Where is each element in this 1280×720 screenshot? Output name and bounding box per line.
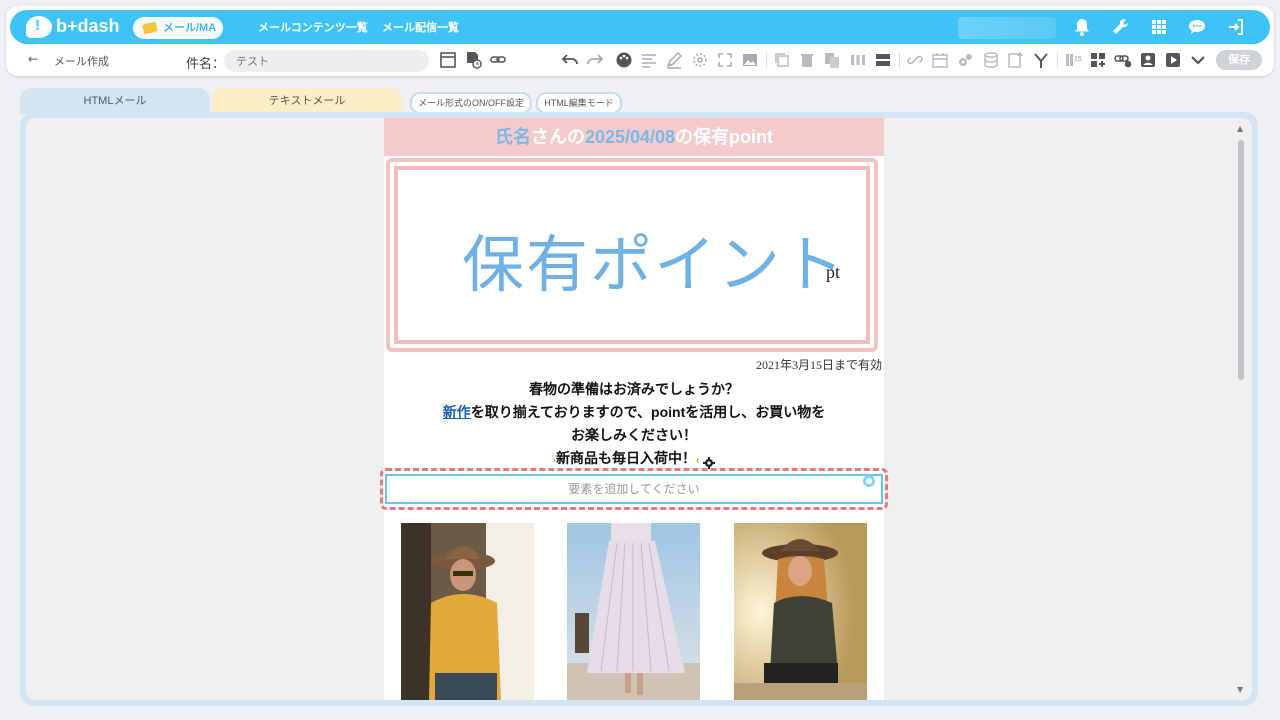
points-title: 保有ポイント bbox=[462, 228, 847, 301]
grid-apps-icon[interactable] bbox=[1149, 17, 1169, 37]
message-line-2-text: を取り揃えておりますので、pointを活用し、お買い物を bbox=[470, 404, 826, 420]
header-suffix: の保有point bbox=[675, 127, 774, 147]
loading-spinner-icon bbox=[863, 475, 875, 487]
scroll-down-icon[interactable]: ▼ bbox=[1237, 685, 1243, 694]
points-unit: pt bbox=[826, 262, 841, 282]
fullscreen-icon[interactable] bbox=[716, 51, 734, 69]
target-icon[interactable] bbox=[691, 51, 709, 69]
add-element-dropzone[interactable]: 要素を追加してください bbox=[380, 468, 888, 510]
undo-icon[interactable] bbox=[561, 51, 579, 69]
database-icon[interactable] bbox=[982, 51, 1000, 69]
play-icon[interactable] bbox=[1164, 51, 1182, 69]
toolbar-divider bbox=[899, 52, 900, 68]
user-info-area[interactable] bbox=[958, 17, 1056, 39]
subject-input[interactable] bbox=[224, 50, 429, 72]
pen-icon[interactable] bbox=[665, 51, 683, 69]
text-align-icon[interactable] bbox=[640, 51, 658, 69]
save-button[interactable]: 保存 bbox=[1216, 50, 1262, 70]
gear-icon[interactable] bbox=[703, 453, 716, 470]
schedule-file-icon[interactable] bbox=[464, 51, 482, 69]
message-block[interactable]: 春物の準備はお済みでしょうか？ 新作を取り揃えておりますので、pointを活用し… bbox=[384, 378, 884, 472]
calendar-icon[interactable] bbox=[931, 51, 949, 69]
nav-link-mail-contents[interactable]: メールコンテンツ一覧 bbox=[258, 19, 368, 35]
gears-icon[interactable] bbox=[956, 51, 974, 69]
product-photo-2[interactable] bbox=[567, 523, 700, 700]
add-document-icon[interactable] bbox=[1007, 51, 1025, 69]
app-logo[interactable]: b+dash bbox=[26, 16, 136, 38]
header-card: b+dash メール/MA メールコンテンツ一覧 メール配信一覧 ← メール作成… bbox=[6, 6, 1274, 76]
wrench-icon[interactable] bbox=[1110, 17, 1130, 37]
palette-icon[interactable] bbox=[615, 51, 633, 69]
points-box[interactable]: 保有ポイント pt bbox=[386, 158, 878, 352]
message-line-4-text: 新商品も毎日入荷中！ bbox=[556, 450, 697, 466]
image-icon[interactable] bbox=[741, 51, 759, 69]
editor-frame: 氏名さんの2025/04/08の保有point 保有ポイント pt 2021年3… bbox=[20, 112, 1258, 706]
hyperlink-icon[interactable] bbox=[906, 51, 924, 69]
message-line-3: お楽しみください！ bbox=[571, 427, 697, 443]
page-title: メール作成 bbox=[54, 56, 109, 68]
chevron-down-icon[interactable] bbox=[1189, 51, 1207, 69]
mail-ma-button[interactable]: メール/MA bbox=[133, 17, 223, 39]
logo-mark-icon bbox=[26, 16, 52, 38]
svg-text:15: 15 bbox=[1074, 56, 1082, 63]
trash-icon[interactable] bbox=[798, 51, 816, 69]
subject-label: 件名： bbox=[186, 56, 226, 71]
duplicate-icon[interactable] bbox=[823, 51, 841, 69]
editor-canvas: 氏名さんの2025/04/08の保有point 保有ポイント pt 2021年3… bbox=[26, 118, 1252, 700]
message-line-2: 新作を取り揃えておりますので、pointを活用し、お買い物を bbox=[384, 401, 884, 424]
link-settings-icon[interactable] bbox=[490, 51, 508, 69]
support-chat-icon[interactable] bbox=[1187, 17, 1207, 37]
toolbar-divider bbox=[1057, 52, 1058, 68]
mail-format-onoff-button[interactable]: メール形式のON/OFF設定 bbox=[410, 92, 532, 114]
toolbar-divider bbox=[766, 52, 767, 68]
email-body: 氏名さんの2025/04/08の保有point 保有ポイント pt 2021年3… bbox=[380, 118, 888, 700]
logo-text: b+dash bbox=[56, 16, 120, 36]
back-arrow-icon[interactable]: ← bbox=[28, 52, 38, 66]
product-photo-3[interactable] bbox=[734, 523, 867, 700]
header-san: さんの bbox=[530, 127, 585, 147]
new-arrivals-link[interactable]: 新作 bbox=[443, 404, 471, 420]
scrollbar-thumb[interactable] bbox=[1238, 140, 1244, 380]
scroll-up-icon[interactable]: ▲ bbox=[1237, 124, 1243, 133]
editor-scrollbar[interactable]: ▲ ▼ bbox=[1236, 124, 1246, 694]
html-edit-mode-button[interactable]: HTML編集モード bbox=[536, 92, 622, 114]
ab-test-icon[interactable]: 15 bbox=[1064, 51, 1082, 69]
rows-icon[interactable] bbox=[874, 51, 892, 69]
preview-window-icon[interactable] bbox=[439, 51, 457, 69]
link-gear-icon[interactable] bbox=[1114, 51, 1132, 69]
email-header-banner[interactable]: 氏名さんの2025/04/08の保有point bbox=[384, 118, 884, 156]
add-element-box[interactable]: 要素を追加してください bbox=[385, 474, 883, 504]
nav-link-mail-delivery[interactable]: メール配信一覧 bbox=[382, 19, 459, 35]
contact-card-icon[interactable] bbox=[1139, 51, 1157, 69]
tab-text-mail[interactable]: テキストメール bbox=[212, 88, 402, 114]
add-block-icon[interactable] bbox=[1089, 51, 1107, 69]
redo-icon[interactable] bbox=[586, 51, 604, 69]
branch-icon[interactable] bbox=[1032, 51, 1050, 69]
mail-ma-label: メール/MA bbox=[163, 22, 217, 34]
message-line-1: 春物の準備はお済みでしょうか？ bbox=[529, 381, 739, 397]
top-navbar: b+dash メール/MA メールコンテンツ一覧 メール配信一覧 bbox=[10, 10, 1270, 44]
header-date: 2025/04/08 bbox=[584, 127, 676, 147]
columns-icon[interactable] bbox=[849, 51, 867, 69]
logout-icon[interactable] bbox=[1226, 17, 1246, 37]
tab-html-mail[interactable]: HTMLメール bbox=[20, 88, 210, 114]
envelope-icon bbox=[141, 21, 159, 35]
product-photo-1[interactable] bbox=[401, 523, 534, 700]
header-name: 氏名 bbox=[494, 127, 531, 147]
copy-block-icon[interactable] bbox=[773, 51, 791, 69]
bell-icon[interactable] bbox=[1072, 17, 1092, 37]
bracket-right-icon: ‹ bbox=[696, 455, 700, 466]
valid-until-note: 2021年3月15日まで有効 bbox=[755, 358, 882, 372]
